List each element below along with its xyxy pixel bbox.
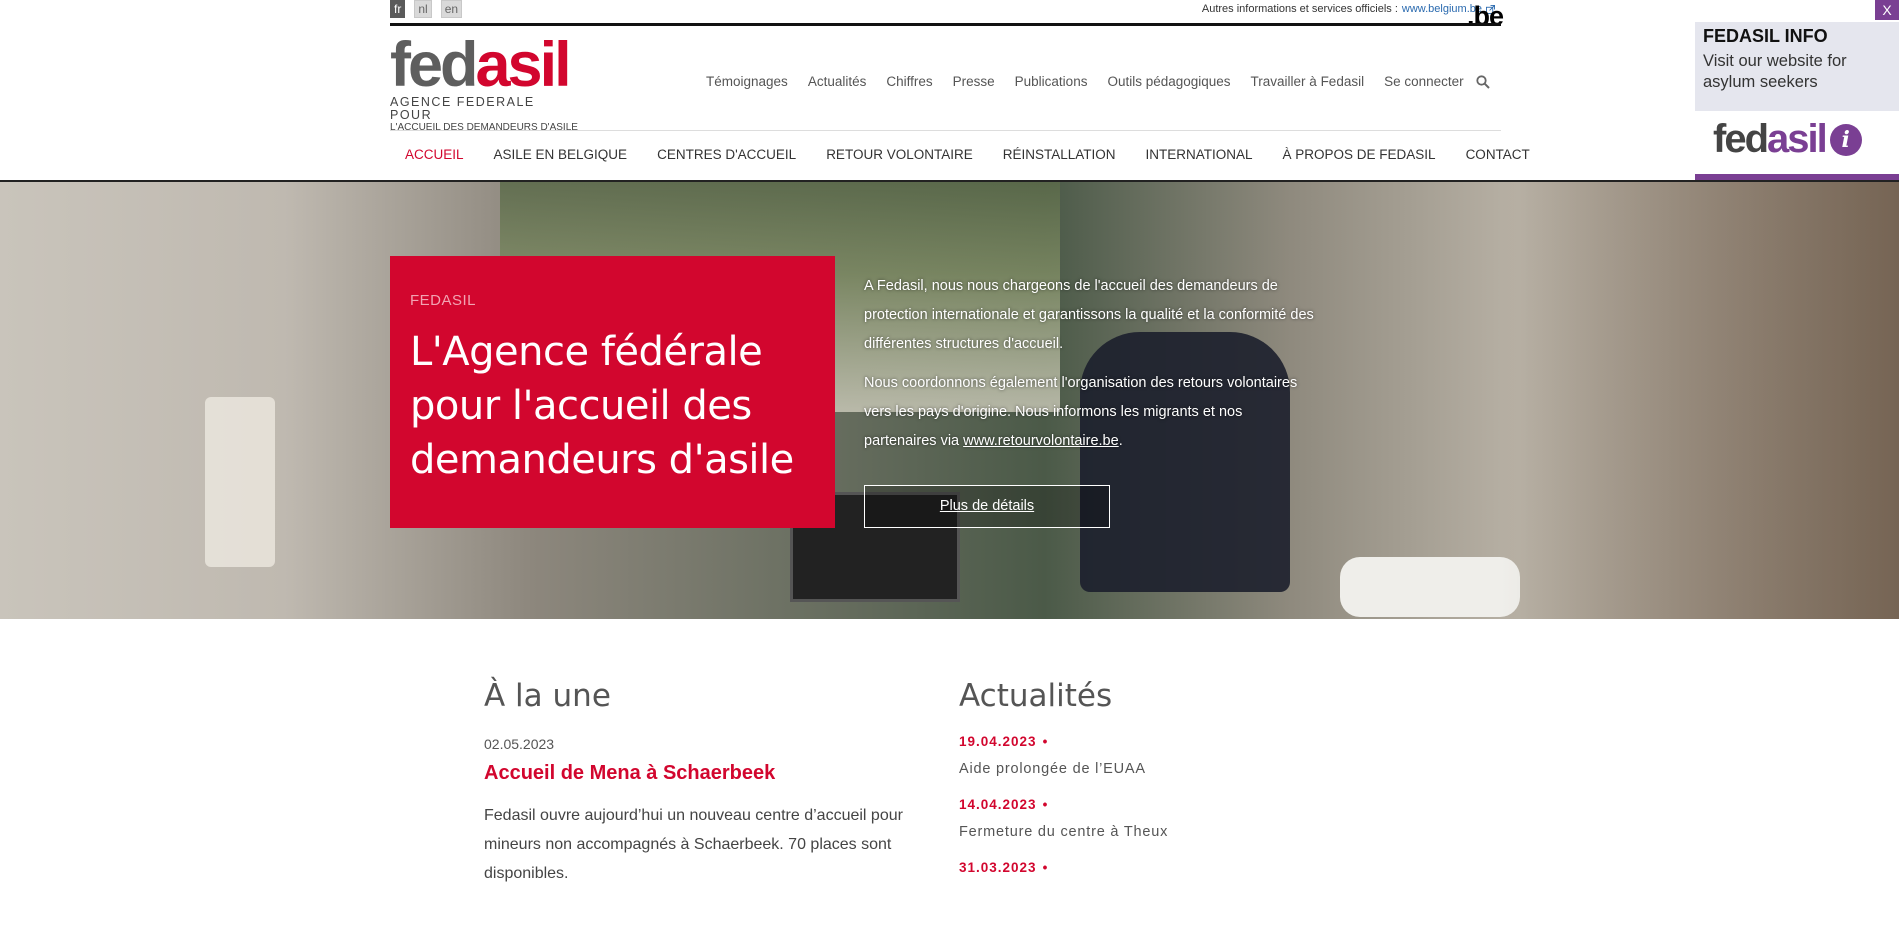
news-date-text: 14.04.2023 [959,797,1037,812]
une-date: 02.05.2023 [484,736,555,752]
mainnav-asile[interactable]: ASILE EN BELGIQUE [479,147,643,162]
hero-photo-shadow [1500,182,1899,619]
close-widget-button[interactable]: X [1875,0,1899,20]
hero-photo-towel [205,397,275,567]
mainnav-contact[interactable]: CONTACT [1451,147,1545,162]
mainnav-centres[interactable]: CENTRES D'ACCUEIL [642,147,811,162]
search-icon[interactable] [1476,75,1490,89]
widget-logo[interactable]: fed asil i [1713,117,1862,162]
fedasil-logo[interactable]: fedasil AGENCE FEDERALE POUR L'ACCUEIL D… [390,34,580,134]
widget-header: FEDASIL INFO Visit our website for asylu… [1695,22,1899,111]
gov-info: Autres informations et services officiel… [1202,3,1495,15]
main-navigation: ACCUEIL ASILE EN BELGIQUE CENTRES D'ACCU… [390,147,1545,162]
news-date: 14.04.2023 • [959,797,1379,812]
news-title[interactable]: Fermeture du centre à Theux [959,824,1379,840]
topnav-temoignages[interactable]: Témoignages [706,74,788,89]
une-body: Fedasil ouvre aujourd’hui un nouveau cen… [484,807,903,882]
fedasil-info-widget[interactable]: FEDASIL INFO Visit our website for asylu… [1695,22,1899,180]
top-divider [390,23,1501,26]
mainnav-reinstallation[interactable]: RÉINSTALLATION [988,147,1131,162]
topnav-actualites[interactable]: Actualités [808,74,867,89]
top-navigation: Témoignages Actualités Chiffres Presse P… [706,74,1484,89]
hero-paragraph-1: A Fedasil, nous nous chargeons de l'accu… [864,278,1314,352]
topnav-outils[interactable]: Outils pédagogiques [1107,74,1230,89]
language-switcher: fr nl en [390,0,463,18]
widget-text: Visit our website for asylum seekers [1703,52,1847,91]
news-title[interactable]: Aide prolongée de l’EUAA [959,761,1379,777]
bullet-icon: • [1042,797,1049,812]
widget-logo-fed: fed [1713,117,1769,161]
bullet-icon: • [1042,860,1049,875]
topnav-se-connecter[interactable]: Se connecter [1384,74,1464,89]
hero-red-box: FEDASIL L'Agence fédérale pour l'accueil… [390,256,835,528]
list-item[interactable]: 31.03.2023 • [959,860,1379,875]
info-icon: i [1829,123,1862,156]
widget-accent-bar [1695,174,1899,180]
nav-divider [390,130,1501,131]
lang-en[interactable]: en [440,0,463,18]
widget-logo-asil: asil [1767,117,1828,161]
une-section: À la une 02.05.2023 Accueil de Mena à Sc… [484,676,944,888]
mainnav-international[interactable]: INTERNATIONAL [1131,147,1268,162]
topnav-chiffres[interactable]: Chiffres [886,74,932,89]
mainnav-a-propos[interactable]: À PROPOS DE FEDASIL [1268,147,1451,162]
retourvolontaire-link[interactable]: www.retourvolontaire.be [963,433,1119,449]
be-logo-text: .be [1467,1,1504,31]
hero-description: A Fedasil, nous nous chargeons de l'accu… [864,272,1314,466]
topnav-publications[interactable]: Publications [1015,74,1088,89]
list-item[interactable]: 19.04.2023 • Aide prolongée de l’EUAA [959,734,1379,777]
lang-nl[interactable]: nl [414,0,432,18]
topnav-presse[interactable]: Presse [953,74,995,89]
hero-banner: FEDASIL L'Agence fédérale pour l'accueil… [0,182,1899,619]
list-item[interactable]: 14.04.2023 • Fermeture du centre à Theux [959,797,1379,840]
hero-photo-pillow [1340,557,1520,617]
actualites-title: Actualités [959,678,1113,714]
une-title: À la une [484,678,611,714]
logo-wordmark: fedasil [390,34,580,97]
logo-asil: asil [475,30,572,100]
hero-kicker: FEDASIL [410,292,477,309]
bullet-icon: • [1042,734,1049,749]
news-date-text: 31.03.2023 [959,860,1037,875]
lang-fr[interactable]: fr [390,0,406,18]
gov-label: Autres informations et services officiel… [1201,3,1398,15]
topnav-travailler[interactable]: Travailler à Fedasil [1251,74,1365,89]
actualites-section: Actualités 19.04.2023 • Aide prolongée de… [959,676,1379,875]
logo-fed: fed [390,30,478,100]
details-button[interactable]: Plus de détails [864,485,1110,528]
hero-paragraph-2: Nous coordonnons également l'organisatio… [864,369,1314,456]
news-date-text: 19.04.2023 [959,734,1037,749]
widget-title: FEDASIL INFO [1703,26,1828,46]
une-headline[interactable]: Accueil de Mena à Schaerbeek [484,762,944,785]
mainnav-retour[interactable]: RETOUR VOLONTAIRE [811,147,988,162]
news-date: 19.04.2023 • [959,734,1379,749]
news-date: 31.03.2023 • [959,860,1379,875]
mainnav-accueil[interactable]: ACCUEIL [390,147,479,162]
hero-title: L'Agence fédérale pour l'accueil des dem… [410,329,794,483]
logo-subtitle-2: L'ACCUEIL DES DEMANDEURS D'ASILE [390,122,578,133]
hero-p2-end: . [1118,433,1123,449]
